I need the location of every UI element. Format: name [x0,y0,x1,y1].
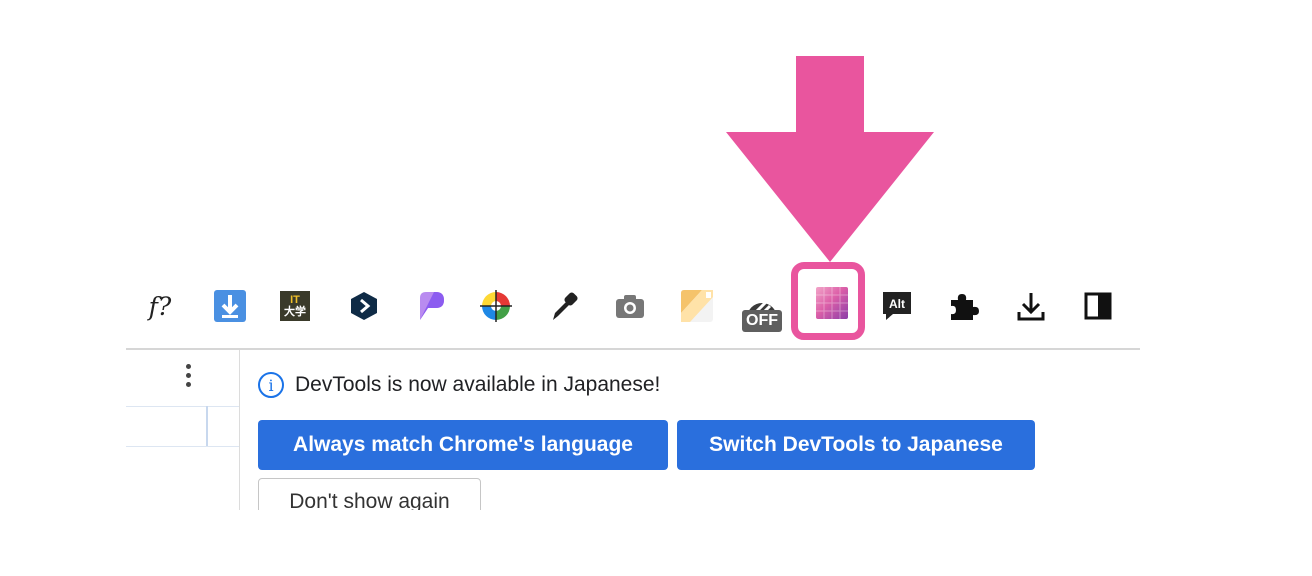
devtools-left-pane [126,350,240,510]
color-wheel-icon[interactable] [476,288,516,324]
highlight-frame [791,262,865,340]
eyedropper-icon[interactable] [544,288,584,324]
kebab-menu-icon[interactable] [186,364,192,392]
crop-mask [0,510,1312,576]
infobar-message: DevTools is now available in Japanese! [295,373,661,396]
toolbar-divider [126,348,1140,350]
grid-line [126,446,239,447]
pdf-shape-icon[interactable] [410,288,450,324]
grid-line [206,406,208,446]
always-match-language-button[interactable]: Always match Chrome's language [258,420,668,470]
puzzle-extensions-icon[interactable] [943,288,983,324]
switch-to-japanese-button[interactable]: Switch DevTools to Japanese [677,420,1035,470]
off-badge: OFF [742,310,782,332]
alt-text-icon[interactable]: Alt [877,288,917,324]
deepl-icon[interactable] [344,288,384,324]
function-query-icon[interactable]: f? [140,288,180,324]
grid-line [126,406,239,407]
camera-icon[interactable] [610,288,650,324]
info-icon: i [258,372,284,398]
side-panel-icon[interactable] [1078,288,1118,324]
svg-text:Alt: Alt [889,297,905,311]
extensions-toolbar: f? IT 大学 OFF Alt [126,276,1140,348]
downloads-icon[interactable] [1011,288,1051,324]
language-infobar: i DevTools is now available in Japanese! [258,368,660,402]
memo-icon[interactable] [677,288,717,324]
it-daigaku-icon[interactable]: IT 大学 [275,288,315,324]
download-arrow-icon[interactable] [210,288,250,324]
